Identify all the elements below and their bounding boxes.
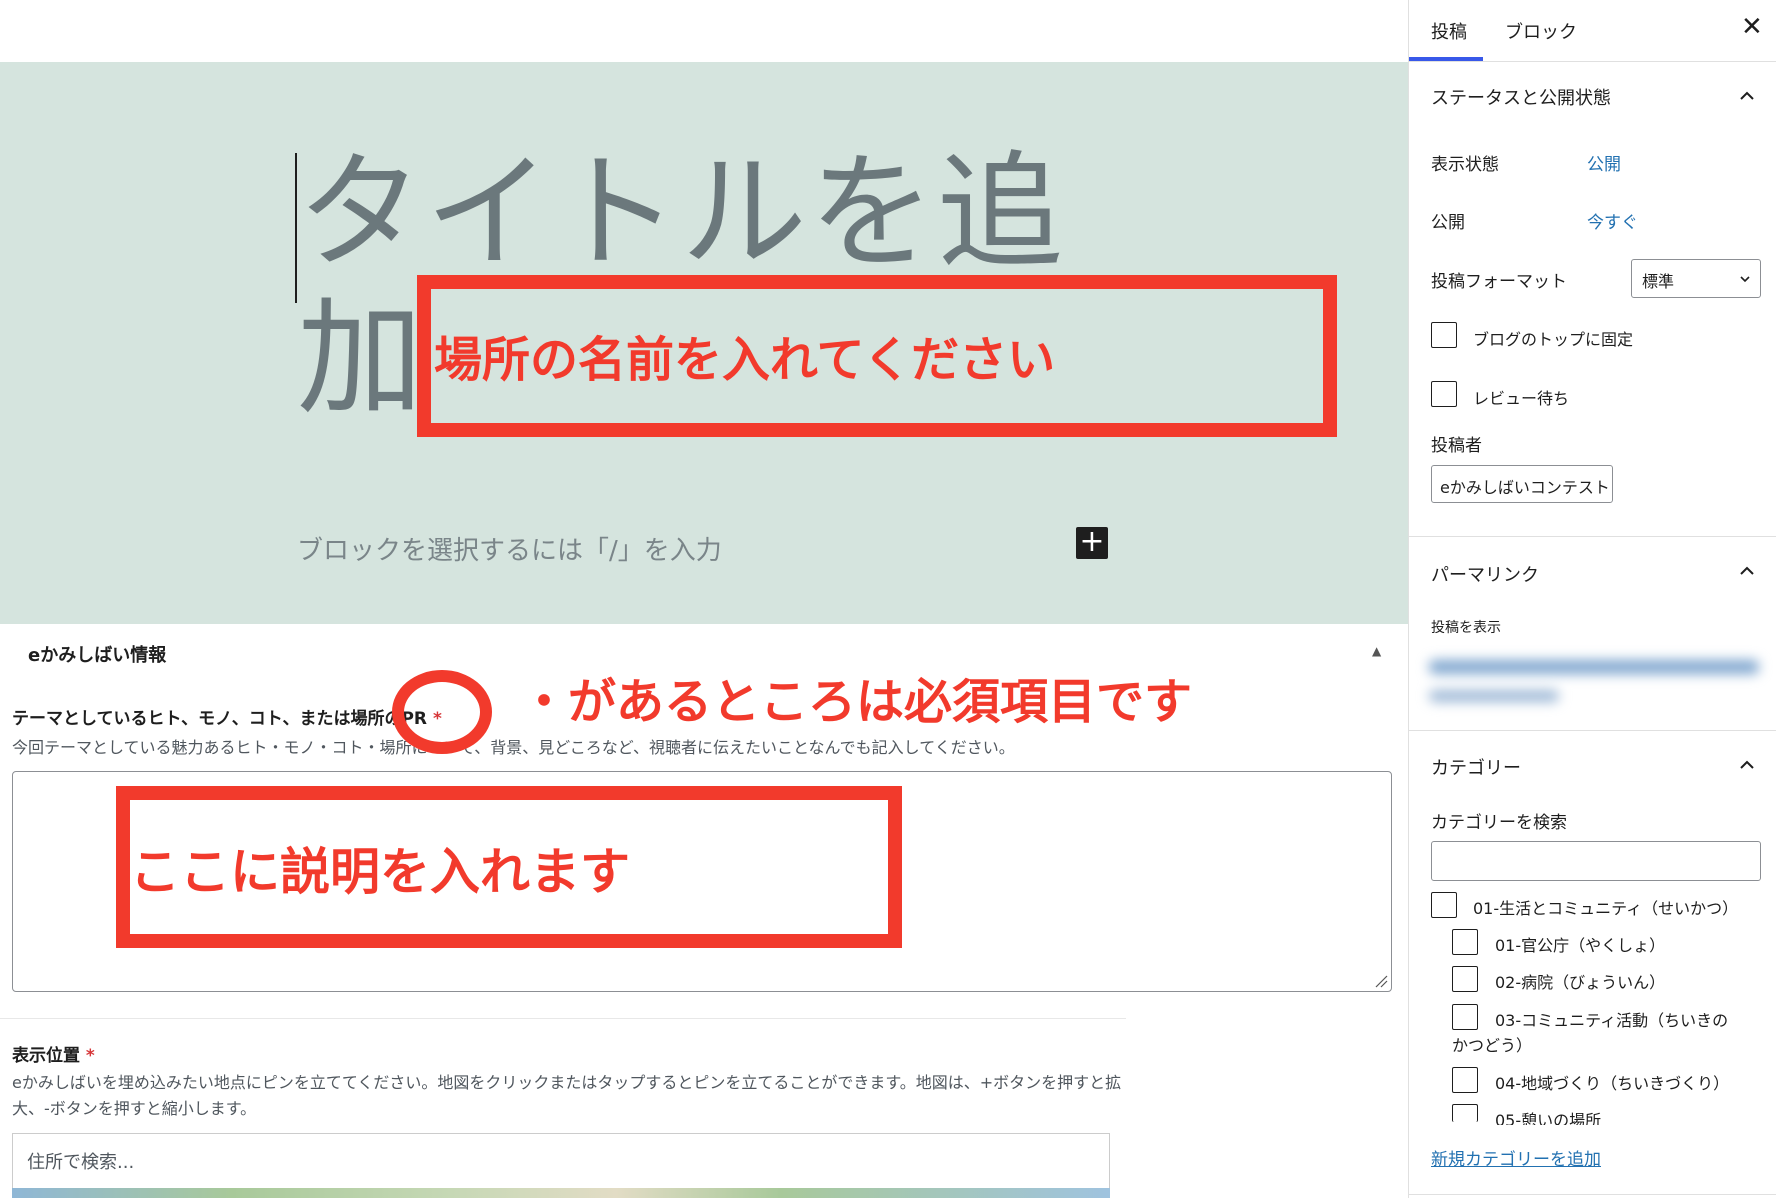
active-tab-indicator	[1409, 57, 1483, 61]
field-location-description: eかみしばいを埋め込みたい地点にピンを立ててください。地図をクリックまたはタップ…	[12, 1073, 1122, 1118]
publish-date-link[interactable]: 今すぐ	[1587, 208, 1638, 233]
pending-review-label: レビュー待ち	[1473, 389, 1570, 408]
category-label-continued: かつどう）	[1452, 1036, 1533, 1055]
visibility-label: 表示状態	[1431, 155, 1499, 175]
editor-top-bar	[0, 0, 1408, 62]
chevron-up-icon[interactable]	[1739, 757, 1755, 773]
panel-status-title[interactable]: ステータスと公開状態	[1431, 84, 1611, 110]
category-label: 01-生活とコミュニティ（せいかつ）	[1473, 899, 1739, 918]
stick-to-top-label: ブログのトップに固定	[1473, 330, 1634, 349]
visibility-link[interactable]: 公開	[1587, 150, 1621, 175]
category-label: 03-コミュニティ活動（ちいきの	[1495, 1011, 1729, 1030]
resize-handle-icon[interactable]	[1374, 974, 1388, 988]
category-checkbox[interactable]	[1452, 966, 1478, 992]
field-location-label-text: 表示位置	[12, 1046, 80, 1066]
stick-to-top-checkbox[interactable]	[1431, 322, 1457, 348]
annotation-textarea-note: ここに説明を入れます	[130, 843, 630, 901]
panel-divider	[1409, 730, 1776, 731]
tab-block[interactable]: ブロック	[1505, 18, 1577, 44]
category-checkbox[interactable]	[1452, 1067, 1478, 1093]
blurred-permalink[interactable]	[1429, 652, 1759, 712]
category-checkbox[interactable]	[1452, 1004, 1478, 1030]
close-icon[interactable]: ✕	[1741, 12, 1763, 42]
post-format-label: 投稿フォーマット	[1431, 272, 1567, 292]
category-label: 05-憩いの場所	[1495, 1111, 1602, 1125]
author-label: 投稿者	[1431, 436, 1482, 456]
category-checkbox[interactable]	[1452, 1104, 1478, 1122]
panel-category-title[interactable]: カテゴリー	[1431, 754, 1521, 780]
category-checkbox[interactable]	[1452, 929, 1478, 955]
category-label: 02-病院（びょういん）	[1495, 973, 1666, 992]
address-search-input[interactable]: 住所で検索...	[27, 1148, 134, 1174]
meta-box-heading: eかみしばい情報	[28, 645, 167, 666]
annotation-required-note: ・があるところは必須項目です	[520, 674, 1193, 730]
annotation-required-circle	[392, 670, 492, 754]
tab-post[interactable]: 投稿	[1431, 18, 1467, 44]
post-format-value: 標準	[1642, 272, 1675, 291]
post-format-select[interactable]: 標準	[1631, 259, 1761, 298]
annotation-title-note: 場所の名前を入れてください	[434, 332, 1056, 388]
author-select[interactable]: eかみしばいコンテスト	[1431, 465, 1613, 503]
field-pr-description: 今回テーマとしている魅力あるヒト・モノ・コト・場所について、背景、見どころなど、…	[12, 738, 1015, 757]
category-search-label: カテゴリーを検索	[1431, 813, 1567, 833]
panel-permalink-title[interactable]: パーマリンク	[1431, 561, 1539, 587]
pending-review-checkbox[interactable]	[1431, 381, 1457, 407]
field-location-label: 表示位置 *	[12, 1041, 95, 1066]
publish-label: 公開	[1431, 213, 1465, 233]
field-pr-label-text: テーマとしているヒト、モノ、コト、または場所のPR	[12, 709, 428, 729]
block-appender-placeholder[interactable]: ブロックを選択するには「/」を入力	[297, 530, 722, 567]
field-pr-label: テーマとしているヒト、モノ、コト、または場所のPR *	[12, 704, 442, 729]
category-checkbox[interactable]	[1431, 892, 1457, 918]
sidebar-tabs: 投稿 ブロック ✕	[1409, 0, 1776, 62]
chevron-up-icon[interactable]	[1739, 88, 1755, 104]
meta-box-collapse-icon[interactable]: ▲	[1372, 644, 1381, 658]
category-label: 01-官公庁（やくしょ）	[1495, 936, 1666, 955]
settings-sidebar: 投稿 ブロック ✕ ステータスと公開状態 表示状態 公開 公開 今すぐ 投稿フォ…	[1408, 0, 1776, 1198]
category-label: 04-地域づくり（ちいきづくり）	[1495, 1074, 1730, 1093]
required-mark: *	[85, 1046, 95, 1066]
category-search-input[interactable]	[1431, 841, 1761, 881]
chevron-down-icon	[1740, 276, 1750, 283]
field-divider	[0, 1018, 1126, 1019]
add-new-category-link[interactable]: 新規カテゴリーを追加	[1431, 1145, 1601, 1170]
panel-divider	[1409, 536, 1776, 537]
chevron-up-icon[interactable]	[1739, 563, 1755, 579]
editor-canvas: タイトルを追加 ブロックを選択するには「/」を入力 + eかみしばい情報 ▲ テ…	[0, 0, 1408, 1198]
add-block-button[interactable]: +	[1076, 527, 1108, 559]
view-post-label: 投稿を表示	[1431, 620, 1501, 636]
panel-divider	[1409, 1194, 1776, 1195]
map-preview[interactable]	[12, 1188, 1110, 1198]
